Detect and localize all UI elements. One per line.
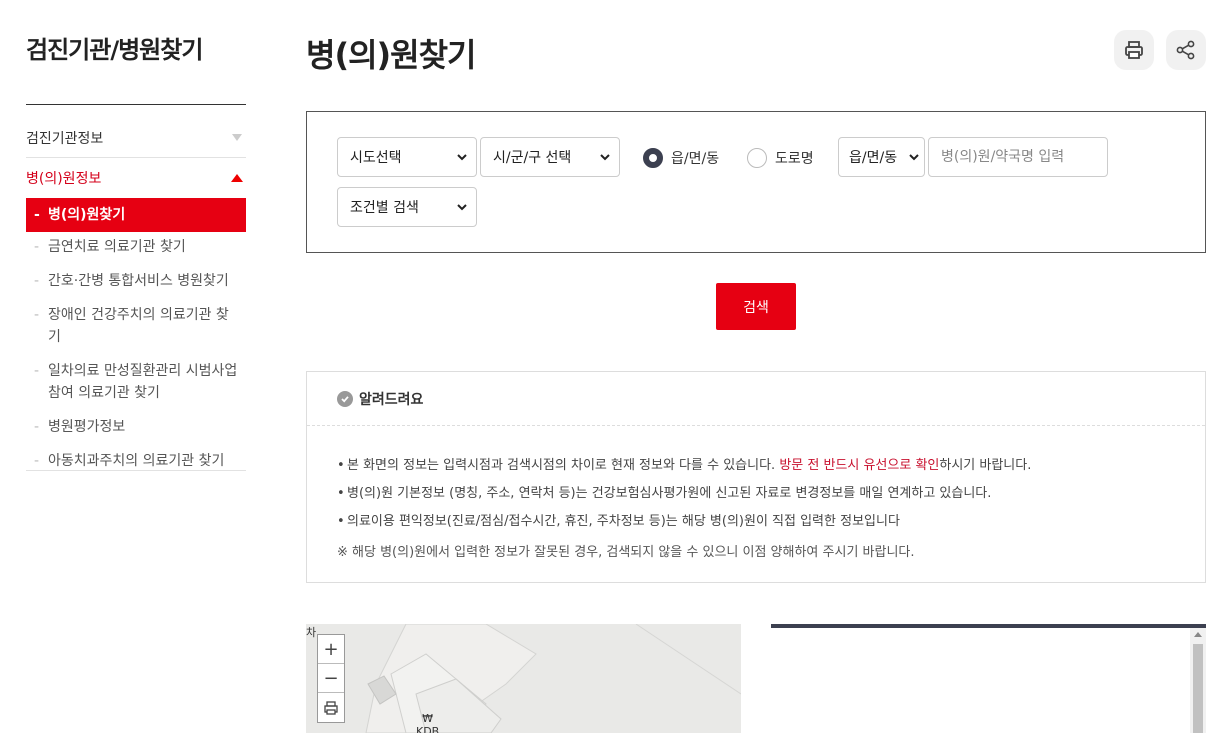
sidebar-title: 검진기관/병원찾기 [26,36,203,64]
zoom-out-button[interactable]: − [318,664,344,693]
map-label-kdb: ₩ KDB [416,712,439,733]
bullet-icon: • [337,486,345,501]
scroll-thumb[interactable] [1193,644,1203,733]
notice-text: 병(의)원 기본정보 (명칭, 주소, 연락처 등)는 건강보험심사평가원에 신… [347,486,992,501]
notice-list: • 본 화면의 정보는 입력시점과 검색시점의 차이로 현재 정보와 다를 수 … [307,426,1205,568]
printer-icon [324,700,338,715]
select-value: 읍/면/동 [849,150,898,166]
map-view[interactable]: 차 + − ₩ KDB [306,624,741,733]
dash-icon: - [34,207,40,223]
notice-text: 의료이용 편익정보(진료/점심/접수시간, 휴진, 주차정보 등)는 해당 병(… [347,514,900,529]
notice-box: 알려드려요 • 본 화면의 정보는 입력시점과 검색시점의 차이로 현재 정보와… [306,371,1206,583]
notice-text: ※ 해당 병(의)원에서 입력한 정보가 잘못된 경우, 검색되지 않을 수 있… [337,545,915,560]
printer-icon [1125,41,1143,59]
bullet-icon: • [337,458,345,473]
dash-icon: - [34,453,40,469]
sidebar-item-checkup-info[interactable]: 검진기관정보 [26,118,246,158]
submenu-item-smoking-cessation[interactable]: - 금연치료 의료기관 찾기 [26,236,246,258]
submenu-item-chronic-disease-pilot[interactable]: - 일차의료 만성질환관리 시범사업 참여 의료기관 찾기 [26,360,246,404]
notice-item: • 의료이용 편익정보(진료/점심/접수시간, 휴진, 주차정보 등)는 해당 … [337,508,1205,536]
radio-road[interactable]: 도로명 [747,148,814,168]
dash-icon: - [34,363,40,379]
radio-label: 도로명 [775,151,814,167]
select-value: 조건별 검색 [350,200,419,216]
chevron-down-icon [909,154,919,161]
submenu-label: 장애인 건강주치의 의료기관 찾기 [48,307,229,345]
map-controls: + − [317,634,345,723]
sidebar-item-label: 검진기관정보 [26,130,104,147]
dash-icon: - [34,419,40,435]
caret-up-icon [231,174,243,182]
submenu-item-disability-doctor[interactable]: - 장애인 건강주치의 의료기관 찾기 [26,304,246,348]
share-icon [1176,40,1195,60]
submenu-label: 일차의료 만성질환관리 시범사업 참여 의료기관 찾기 [48,363,238,401]
sigungu-select[interactable]: 시/군/구 선택 [480,137,620,177]
caret-down-icon [232,134,242,141]
dash-icon: - [34,307,40,323]
notice-text: 본 화면의 정보는 입력시점과 검색시점의 차이로 현재 정보와 다를 수 있습… [347,458,780,473]
notice-item: • 병(의)원 기본정보 (명칭, 주소, 연락처 등)는 건강보험심사평가원에… [337,480,1205,508]
submenu-item-hospital-search[interactable]: - 병(의)원찾기 [26,198,246,232]
map-poi-label: KDB [416,725,440,733]
print-button[interactable] [1114,30,1154,70]
notice-title: 알려드려요 [359,391,424,408]
select-value: 시/군/구 선택 [493,150,572,166]
scrollbar[interactable] [1190,628,1206,733]
dash-icon: - [34,239,40,255]
search-form: 시도선택 시/군/구 선택 읍/면/동 도로명 읍/면/동 조건별 검색 [306,111,1206,253]
result-list [771,624,1206,733]
notice-item: • 본 화면의 정보는 입력시점과 검색시점의 차이로 현재 정보와 다를 수 … [337,452,1205,480]
page-title: 병(의)원찾기 [306,36,476,74]
radio-label: 읍/면/동 [671,151,720,167]
map-label-corner: 차 [306,626,317,639]
notice-header: 알려드려요 [307,372,1205,426]
submenu-item-child-dental[interactable]: - 아동치과주치의 의료기관 찾기 [26,450,246,472]
check-circle-icon [337,390,353,407]
dong-select[interactable]: 읍/면/동 [838,137,925,177]
chevron-down-icon [457,154,467,161]
notice-highlight: 방문 전 반드시 유선으로 확인 [779,458,940,473]
sidebar-item-hospital-info[interactable]: 병(의)원정보 [26,158,246,198]
share-button[interactable] [1166,30,1206,70]
scroll-up-icon[interactable] [1194,632,1202,637]
submenu-label: 병(의)원찾기 [48,207,126,223]
dash-icon: - [34,273,40,289]
chevron-down-icon [457,204,467,211]
condition-select[interactable]: 조건별 검색 [337,187,477,227]
map-background [365,624,741,733]
submenu-item-nursing-service[interactable]: - 간호·간병 통합서비스 병원찾기 [26,270,246,292]
chevron-down-icon [600,154,610,161]
sidebar-submenu: - 병(의)원찾기 - 금연치료 의료기관 찾기 - 간호·간병 통합서비스 병… [26,198,246,472]
notice-text: 하시기 바랍니다. [939,458,1032,473]
radio-dong[interactable]: 읍/면/동 [643,148,719,168]
sidebar-item-label: 병(의)원정보 [26,171,102,187]
map-print-button[interactable] [318,693,344,722]
zoom-in-button[interactable]: + [318,635,344,664]
won-icon: ₩ [422,712,434,725]
search-button[interactable]: 검색 [716,283,796,330]
bullet-icon: • [337,514,345,529]
select-value: 시도선택 [350,150,402,166]
notice-note: ※ 해당 병(의)원에서 입력한 정보가 잘못된 경우, 검색되지 않을 수 있… [337,538,1205,568]
radio-checked-icon [643,148,663,168]
submenu-label: 금연치료 의료기관 찾기 [48,239,186,255]
hospital-name-input[interactable] [928,137,1108,177]
sido-select[interactable]: 시도선택 [337,137,477,177]
sidebar-bottom-divider [26,470,246,471]
submenu-item-hospital-evaluation[interactable]: - 병원평가정보 [26,416,246,438]
submenu-label: 아동치과주치의 의료기관 찾기 [48,453,225,469]
sidebar-menu: 검진기관정보 병(의)원정보 - 병(의)원찾기 - 금연치료 의료기관 찾기 … [26,118,246,484]
submenu-label: 병원평가정보 [48,419,126,435]
sidebar-divider [26,104,246,105]
radio-unchecked-icon [747,148,767,168]
submenu-label: 간호·간병 통합서비스 병원찾기 [48,273,229,289]
